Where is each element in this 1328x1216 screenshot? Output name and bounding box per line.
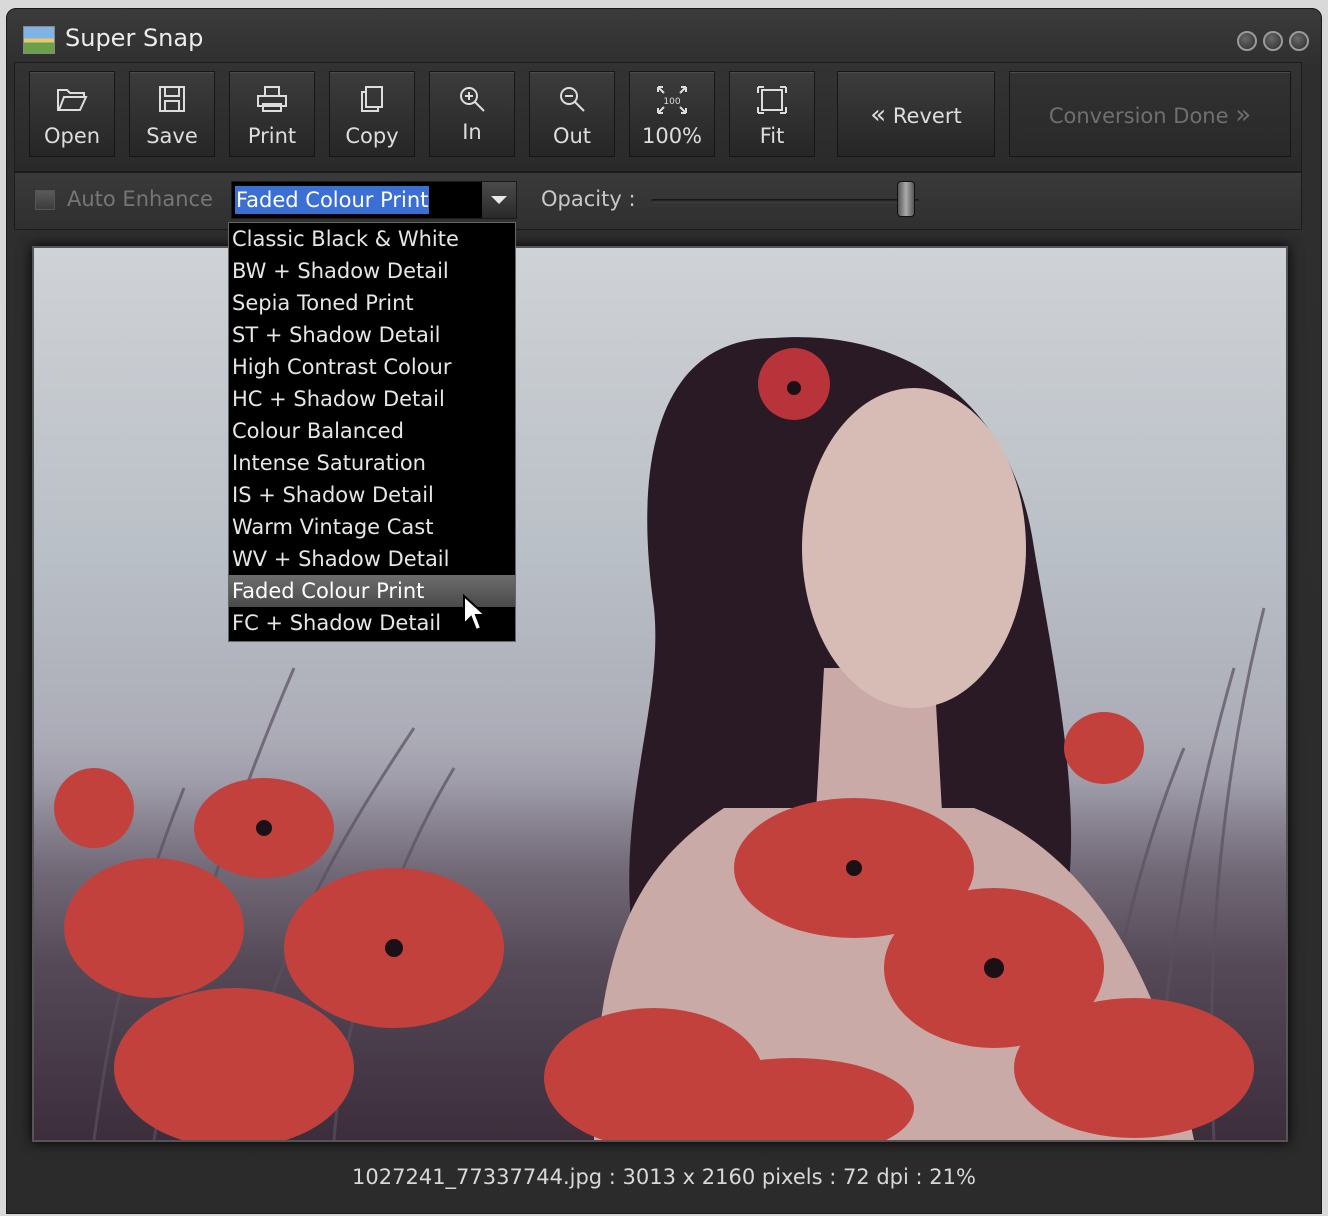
double-chevron-right-icon: » — [1235, 100, 1252, 130]
auto-enhance-checkbox[interactable] — [35, 190, 55, 210]
open-label: Open — [43, 124, 101, 148]
revert-text: Revert — [892, 104, 962, 128]
revert-button[interactable]: « Revert — [837, 71, 995, 157]
copy-button[interactable]: Copy — [329, 71, 415, 157]
window-title: Super Snap — [65, 24, 204, 52]
preset-option[interactable]: Colour Balanced — [229, 415, 515, 447]
app-icon — [23, 26, 55, 54]
preset-option[interactable]: BW + Shadow Detail — [229, 255, 515, 287]
zoom-out-icon — [560, 87, 585, 112]
preset-dropdown-list[interactable]: Classic Black & White BW + Shadow Detail… — [228, 222, 516, 642]
conversion-done-label: Conversion Done » — [1010, 100, 1290, 130]
preset-option[interactable]: High Contrast Colour — [229, 351, 515, 383]
print-button[interactable]: Print — [229, 71, 315, 157]
preset-option[interactable]: HC + Shadow Detail — [229, 383, 515, 415]
zoom-in-icon — [460, 87, 485, 112]
copy-label: Copy — [345, 124, 399, 148]
zoom-out-label: Out — [552, 124, 592, 148]
image-canvas[interactable] — [32, 246, 1288, 1142]
zoom-in-label: In — [462, 120, 482, 144]
fit-button[interactable]: Fit — [729, 71, 815, 157]
opacity-label: Opacity : — [541, 187, 636, 211]
conversion-done-button[interactable]: Conversion Done » — [1009, 71, 1291, 157]
fit-screen-icon — [757, 86, 787, 114]
open-button[interactable]: Open — [29, 71, 115, 157]
preset-option[interactable]: Intense Saturation — [229, 447, 515, 479]
preset-select-value: Faded Colour Print — [235, 186, 430, 214]
minimize-button[interactable] — [1237, 31, 1257, 51]
preset-option[interactable]: Warm Vintage Cast — [229, 511, 515, 543]
preset-option[interactable]: Sepia Toned Print — [229, 287, 515, 319]
svg-text:100: 100 — [663, 97, 680, 107]
preset-option[interactable]: Classic Black & White — [229, 223, 515, 255]
floppy-disk-icon — [159, 86, 185, 112]
preset-select-arrow[interactable] — [482, 182, 516, 218]
photo-preview — [54, 337, 1266, 1140]
fit-label: Fit — [759, 124, 785, 148]
preset-option[interactable]: IS + Shadow Detail — [229, 479, 515, 511]
folder-open-icon — [57, 89, 88, 111]
conversion-done-text: Conversion Done — [1048, 104, 1229, 128]
zoom-in-button[interactable]: In — [429, 71, 515, 157]
double-chevron-left-icon: « — [870, 100, 887, 130]
preset-option[interactable]: ST + Shadow Detail — [229, 319, 515, 351]
title-bar[interactable]: Super Snap — [7, 9, 1321, 69]
actual-size-icon: 100 — [657, 86, 687, 114]
mouse-cursor-icon — [463, 594, 488, 632]
options-bar: Auto Enhance Faded Colour Print Opacity … — [14, 172, 1302, 230]
opacity-slider-track[interactable] — [651, 199, 919, 203]
caret-down-icon — [491, 196, 507, 204]
actual-size-button[interactable]: 100 100% — [629, 71, 715, 157]
window-controls — [1237, 31, 1309, 51]
maximize-button[interactable] — [1263, 31, 1283, 51]
preset-option[interactable]: WV + Shadow Detail — [229, 543, 515, 575]
auto-enhance-label: Auto Enhance — [67, 187, 213, 211]
status-bar-text: 1027241_77337744.jpg : 3013 x 2160 pixel… — [352, 1165, 976, 1189]
toolbar: Open Save Print Copy In Out 100 100% Fit… — [14, 62, 1302, 172]
printer-icon — [257, 86, 287, 112]
revert-label: « Revert — [838, 100, 994, 130]
actual-size-label: 100% — [641, 124, 703, 148]
save-label: Save — [146, 124, 198, 148]
print-label: Print — [247, 124, 297, 148]
close-button[interactable] — [1289, 31, 1309, 51]
preset-select[interactable]: Faded Colour Print — [231, 181, 517, 219]
save-button[interactable]: Save — [129, 71, 215, 157]
opacity-slider-thumb[interactable] — [896, 181, 915, 217]
zoom-out-button[interactable]: Out — [529, 71, 615, 157]
copy-icon — [361, 86, 383, 112]
